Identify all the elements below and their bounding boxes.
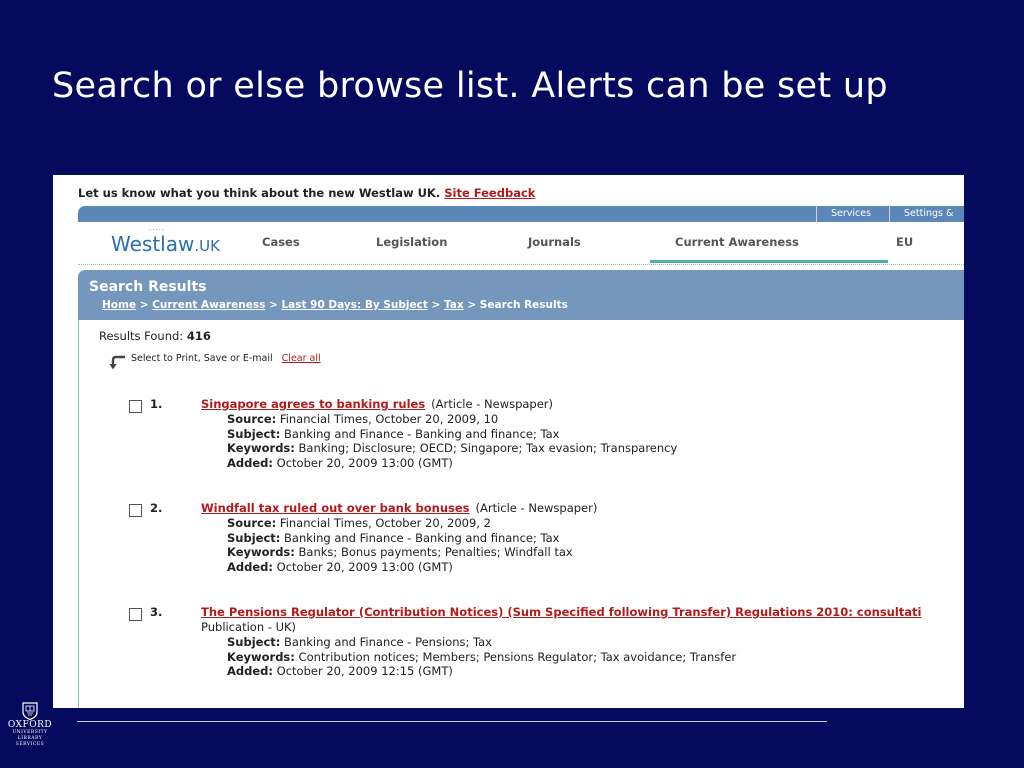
result-details: Source: Financial Times, October 20, 200…	[227, 516, 573, 574]
detail-value: October 20, 2009 13:00 (GMT)	[276, 559, 453, 574]
result-type: (Article - Newspaper)	[475, 501, 598, 515]
result-checkbox[interactable]	[129, 504, 142, 517]
detail-label: Source:	[227, 412, 277, 426]
detail-row: Source: Financial Times, October 20, 200…	[227, 412, 677, 427]
tab-current-awareness[interactable]: Current Awareness	[675, 235, 799, 249]
detail-label: Keywords:	[227, 441, 295, 456]
tab-journals[interactable]: Journals	[528, 235, 581, 249]
detail-value: Contribution notices; Members; Pensions …	[298, 649, 737, 664]
detail-label: Subject:	[227, 635, 281, 649]
detail-value: Financial Times, October 20, 2009, 10	[279, 412, 499, 426]
detail-row: Added: October 20, 2009 13:00 (GMT)	[227, 560, 573, 575]
results-content: Results Found: 416 Select to Print, Save…	[78, 320, 964, 708]
slide-title: Search or else browse list. Alerts can b…	[52, 66, 888, 106]
tab-cases[interactable]: Cases	[262, 235, 300, 249]
detail-label: Added:	[227, 664, 273, 679]
feedback-text: Let us know what you think about the new…	[78, 186, 441, 200]
detail-row: Source: Financial Times, October 20, 200…	[227, 516, 573, 531]
result-type: (Article - Newspaper)	[431, 397, 554, 411]
detail-value: Financial Times, October 20, 2009, 2	[279, 516, 491, 530]
breadcrumb-current-awareness[interactable]: Current Awareness	[152, 299, 265, 311]
result-checkbox[interactable]	[129, 400, 142, 413]
breadcrumb-separator: >	[139, 299, 149, 311]
result-details: Subject: Banking and Finance - Pensions;…	[227, 635, 736, 679]
detail-value: October 20, 2009 13:00 (GMT)	[276, 455, 453, 470]
breadcrumb-tax[interactable]: Tax	[444, 299, 464, 311]
select-row: Select to Print, Save or E-mail Clear al…	[109, 353, 321, 370]
panel-title: Search Results	[89, 279, 207, 295]
detail-label: Source:	[227, 516, 277, 530]
breadcrumb-search-results: Search Results	[479, 299, 568, 311]
result-number: 1.	[150, 397, 163, 411]
detail-row: Added: October 20, 2009 12:15 (GMT)	[227, 664, 736, 679]
result-title[interactable]: Windfall tax ruled out over bank bonuses	[201, 501, 470, 515]
oxford-text-services: SERVICES	[15, 742, 45, 747]
detail-row: Added: October 20, 2009 13:00 (GMT)	[227, 456, 677, 471]
breadcrumb-last-90-days[interactable]: Last 90 Days: By Subject	[281, 299, 427, 311]
results-found-label: Results Found:	[99, 329, 184, 343]
detail-value: Banks; Bonus payments; Penalties; Windfa…	[298, 545, 573, 560]
feedback-banner: Let us know what you think about the new…	[78, 186, 535, 200]
result-number: 3.	[150, 605, 163, 619]
breadcrumb-home[interactable]: Home	[102, 299, 136, 311]
breadcrumb: Home > Current Awareness > Last 90 Days:…	[102, 299, 568, 311]
detail-row: Subject: Banking and Finance - Banking a…	[227, 531, 573, 546]
detail-value: Banking; Disclosure; OECD; Singapore; Ta…	[298, 441, 678, 456]
turn-arrow-icon	[109, 355, 125, 370]
services-link[interactable]: Services	[816, 206, 885, 222]
footer-divider	[77, 721, 827, 722]
detail-value: Banking and Finance - Pensions; Tax	[284, 635, 492, 649]
tab-legislation[interactable]: Legislation	[376, 235, 447, 249]
detail-row: Subject: Banking and Finance - Banking a…	[227, 427, 677, 442]
detail-value: Banking and Finance - Banking and financ…	[284, 426, 560, 441]
results-count: 416	[186, 329, 211, 343]
tab-eu[interactable]: EU	[896, 235, 913, 249]
detail-row: Subject: Banking and Finance - Pensions;…	[227, 635, 736, 650]
results-found: Results Found: 416	[99, 329, 211, 343]
detail-value: Banking and Finance - Banking and financ…	[284, 530, 560, 545]
logo-suffix: .UK	[194, 237, 220, 255]
result-number: 2.	[150, 501, 163, 515]
oxford-text: OXFORD	[7, 720, 53, 730]
result-title-link[interactable]: Singapore agrees to banking rules (Articl…	[201, 397, 553, 411]
logo-dots-icon: ·····	[149, 226, 166, 234]
oxford-logo: OXFORD UNIVERSITY LIBRARY SERVICES	[2, 702, 58, 764]
site-feedback-link[interactable]: Site Feedback	[444, 186, 535, 200]
logo-main: Westlaw	[111, 232, 195, 256]
detail-label: Added:	[227, 455, 273, 470]
oxford-crest-icon	[22, 702, 38, 720]
westlaw-logo[interactable]: ····· Westlaw.UK	[111, 226, 220, 256]
breadcrumb-separator: >	[431, 299, 441, 311]
detail-row: Keywords: Banks; Bonus payments; Penalti…	[227, 545, 573, 560]
detail-row: Keywords: Banking; Disclosure; OECD; Sin…	[227, 441, 677, 456]
search-results-header: Search Results Home > Current Awareness …	[78, 270, 964, 320]
detail-value: October 20, 2009 12:15 (GMT)	[276, 664, 453, 679]
detail-label: Subject:	[227, 426, 281, 441]
settings-link[interactable]: Settings &	[889, 206, 964, 222]
result-checkbox[interactable]	[129, 608, 142, 621]
detail-label: Added:	[227, 559, 273, 574]
utility-bar: Services Settings &	[78, 206, 964, 222]
westlaw-screenshot: Let us know what you think about the new…	[53, 175, 964, 708]
detail-label: Keywords:	[227, 649, 295, 664]
detail-label: Subject:	[227, 530, 281, 545]
nav-divider	[78, 264, 964, 265]
result-title[interactable]: Singapore agrees to banking rules	[201, 397, 425, 411]
main-nav: ····· Westlaw.UK Cases Legislation Journ…	[78, 222, 964, 264]
breadcrumb-separator: >	[268, 299, 278, 311]
active-tab-underline	[650, 260, 888, 263]
result-type: Publication - UK)	[201, 620, 297, 634]
result-details: Source: Financial Times, October 20, 200…	[227, 412, 677, 470]
detail-label: Keywords:	[227, 545, 295, 560]
result-title-link[interactable]: The Pensions Regulator (Contribution Not…	[201, 605, 922, 619]
breadcrumb-separator: >	[467, 299, 477, 311]
detail-row: Keywords: Contribution notices; Members;…	[227, 650, 736, 665]
result-title-link[interactable]: Windfall tax ruled out over bank bonuses…	[201, 501, 597, 515]
clear-all-link[interactable]: Clear all	[282, 353, 321, 364]
select-instructions: Select to Print, Save or E-mail	[131, 353, 273, 364]
